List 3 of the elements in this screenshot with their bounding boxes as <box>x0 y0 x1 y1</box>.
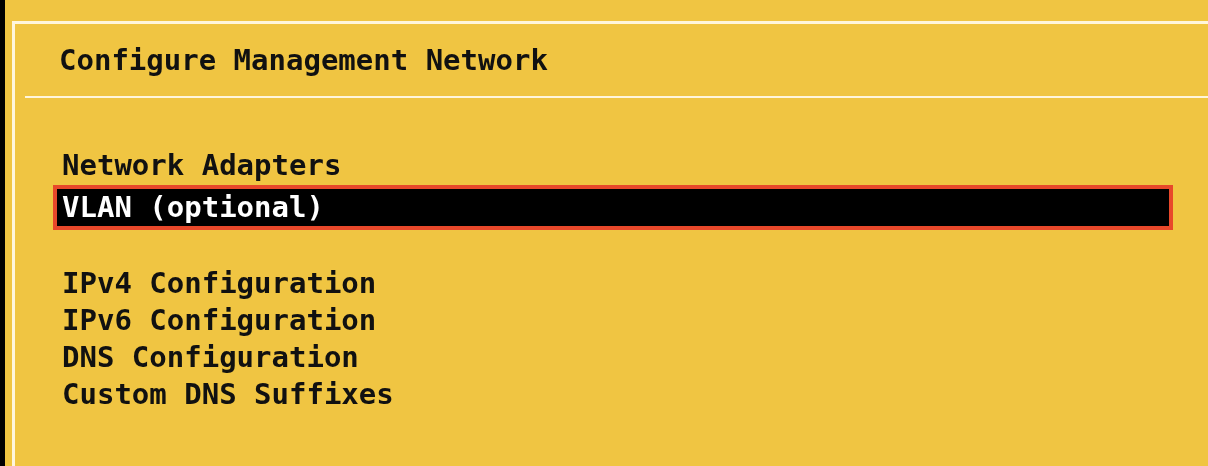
menu-item[interactable]: VLAN (optional) <box>53 185 1173 230</box>
menu-item[interactable]: Network Adapters <box>53 143 1173 188</box>
screen-title: Configure Management Network <box>58 42 549 79</box>
